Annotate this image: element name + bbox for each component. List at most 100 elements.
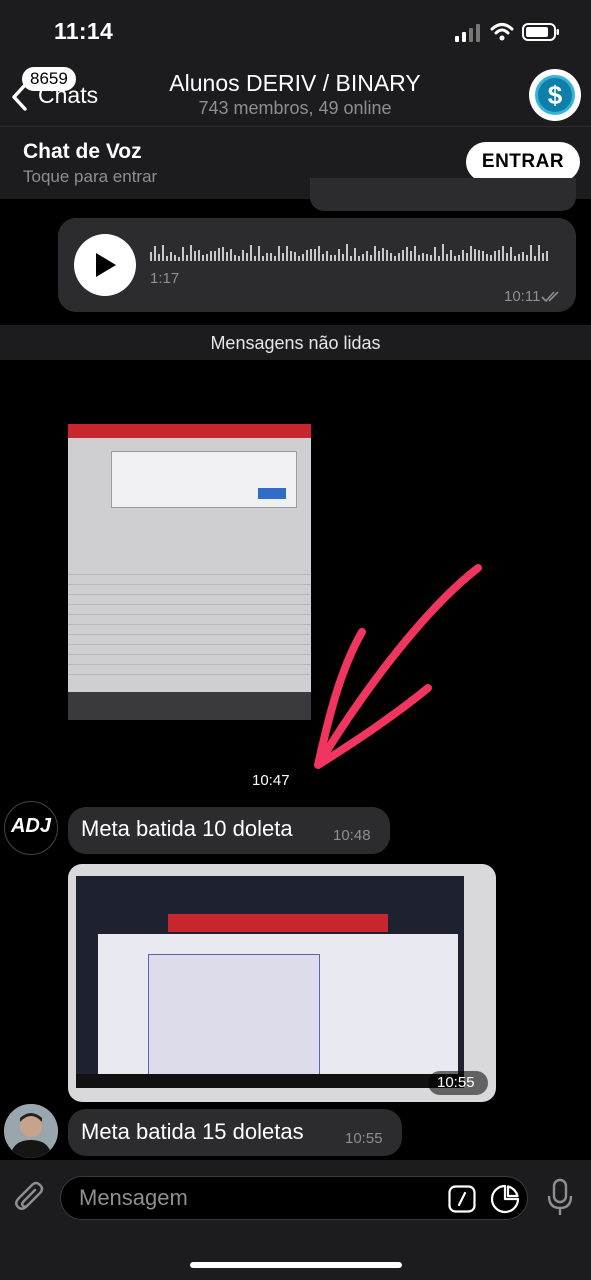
waveform-bar	[154, 246, 156, 261]
waveform-bar	[198, 250, 200, 261]
home-indicator[interactable]	[190, 1262, 402, 1268]
waveform-bar	[546, 251, 548, 261]
waveform-bar	[402, 250, 404, 261]
red-arrow-drawing	[314, 564, 482, 769]
message-timestamp: 10:55	[345, 1130, 383, 1147]
waveform-bar	[186, 255, 188, 261]
microphone-icon[interactable]	[546, 1178, 574, 1218]
waveform-bar	[542, 253, 544, 261]
waveform-bar	[270, 253, 272, 261]
double-check-icon	[541, 291, 559, 303]
waveform-bar	[202, 255, 204, 261]
waveform-bar	[430, 255, 432, 261]
chat-title[interactable]: Alunos DERIV / BINARY	[130, 70, 460, 97]
dollar-icon: $	[535, 75, 575, 115]
waveform-bar	[230, 249, 232, 261]
waveform-bar	[382, 248, 384, 261]
waveform-bar	[366, 251, 368, 261]
waveform-bar	[450, 250, 452, 261]
waveform-bar	[302, 254, 304, 261]
waveform-bar	[434, 247, 436, 261]
waveform-bar	[218, 248, 220, 261]
waveform-bar	[238, 256, 240, 261]
status-time: 11:14	[54, 18, 114, 44]
command-icon[interactable]	[448, 1185, 476, 1213]
waveform-bar	[490, 255, 492, 261]
waveform-bar	[206, 254, 208, 261]
waveform-bar	[358, 256, 360, 261]
waveform-bar	[446, 254, 448, 261]
message-timestamp: 10:47	[252, 772, 290, 789]
waveform-bar	[162, 245, 164, 261]
waveform-bar	[182, 247, 184, 261]
waveform-bar	[338, 249, 340, 261]
chat-member-count: 743 membros, 49 online	[198, 98, 392, 118]
waveform-bar	[334, 255, 336, 261]
sticker-icon[interactable]	[490, 1184, 520, 1214]
waveform-bar	[534, 256, 536, 261]
waveform-bar	[370, 255, 372, 261]
waveform-bar	[318, 246, 320, 261]
waveform-bar	[506, 253, 508, 261]
waveform-bar	[342, 254, 344, 261]
group-avatar[interactable]: $	[529, 69, 581, 121]
waveform-bar	[486, 254, 488, 261]
voice-waveform[interactable]	[150, 243, 554, 263]
waveform-bar	[502, 246, 504, 261]
waveform-bar	[266, 253, 268, 261]
battery-icon	[522, 23, 559, 41]
waveform-bar	[226, 252, 228, 261]
waveform-bar	[346, 244, 348, 261]
waveform-bar	[190, 245, 192, 261]
waveform-bar	[306, 250, 308, 261]
waveform-bar	[194, 251, 196, 261]
waveform-bar	[262, 256, 264, 261]
voice-chat-subtitle: Toque para entrar	[23, 167, 158, 186]
waveform-bar	[498, 250, 500, 261]
person-avatar-photo	[4, 1104, 58, 1158]
voice-chat-title: Chat de Voz	[23, 140, 142, 163]
waveform-bar	[474, 249, 476, 261]
waveform-bar	[482, 251, 484, 261]
paperclip-icon[interactable]	[14, 1180, 46, 1216]
waveform-bar	[310, 249, 312, 261]
message-text: Meta batida 15 doletas	[81, 1119, 304, 1144]
waveform-bar	[386, 250, 388, 261]
waveform-bar	[526, 255, 528, 261]
waveform-bar	[530, 245, 532, 261]
waveform-bar	[234, 255, 236, 261]
waveform-bar	[174, 255, 176, 261]
waveform-bar	[462, 250, 464, 261]
waveform-bar	[242, 250, 244, 261]
waveform-bar	[274, 256, 276, 261]
waveform-bar	[330, 255, 332, 261]
play-icon	[96, 253, 116, 277]
photo-message-monitor[interactable]	[68, 864, 496, 1102]
join-voice-chat-button[interactable]: ENTRAR	[466, 142, 580, 182]
waveform-bar	[246, 253, 248, 261]
sender-avatar[interactable]	[4, 1104, 58, 1158]
waveform-bar	[326, 251, 328, 261]
waveform-bar	[418, 255, 420, 261]
waveform-bar	[374, 246, 376, 261]
waveform-bar	[258, 246, 260, 261]
message-timestamp: 10:11	[504, 288, 541, 305]
waveform-bar	[414, 246, 416, 261]
waveform-bar	[222, 247, 224, 261]
waveform-bar	[442, 244, 444, 261]
sender-avatar-logo: ADJ	[10, 815, 51, 837]
waveform-bar	[470, 246, 472, 261]
photo-message-screenshot[interactable]	[68, 424, 311, 720]
waveform-bar	[254, 256, 256, 261]
play-button[interactable]	[74, 234, 136, 296]
previous-message-bubble[interactable]	[310, 178, 576, 211]
waveform-bar	[394, 256, 396, 261]
message-timestamp: 10:55	[437, 1074, 475, 1091]
waveform-bar	[458, 255, 460, 261]
waveform-bar	[166, 256, 168, 261]
waveform-bar	[286, 246, 288, 261]
waveform-bar	[410, 251, 412, 261]
waveform-bar	[454, 256, 456, 261]
waveform-bar	[290, 251, 292, 261]
waveform-bar	[282, 253, 284, 261]
